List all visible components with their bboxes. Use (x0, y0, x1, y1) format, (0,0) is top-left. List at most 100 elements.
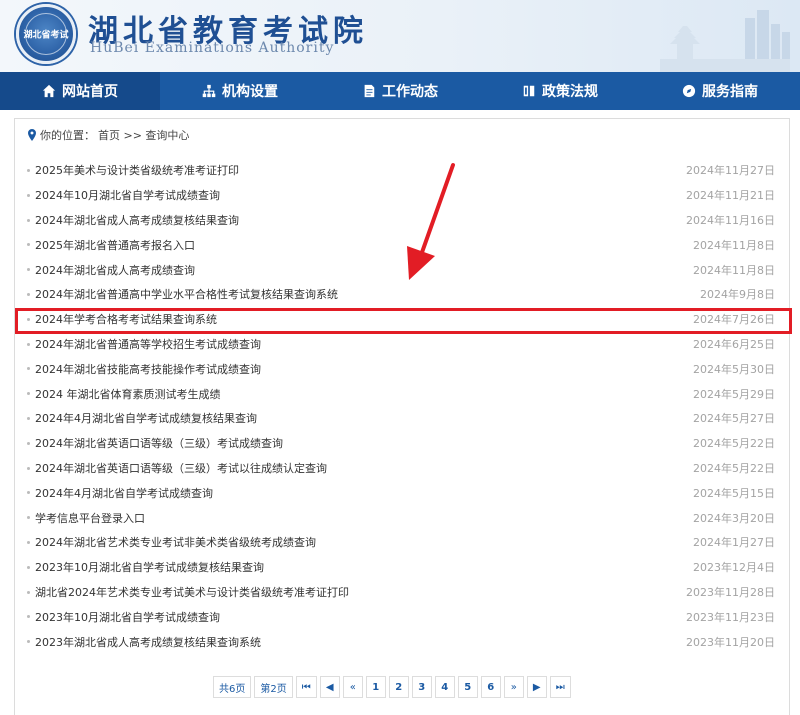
list-item[interactable]: 2024年湖北省技能高考技能操作考试成绩查询 2024年5月30日 (15, 356, 789, 381)
last-page-button[interactable]: ⏭ (549, 676, 571, 698)
page-button-6[interactable]: 6 (480, 676, 501, 698)
list-item[interactable]: 2024年湖北省成人高考成绩复核结果查询 2024年11月16日 (15, 208, 789, 233)
org-chart-icon (202, 84, 216, 98)
breadcrumb-prefix: 你的位置： (40, 129, 95, 142)
list-item[interactable]: 2024年湖北省英语口语等级（三级）考试以往成绩认定查询 2024年5月22日 (15, 456, 789, 481)
list-item-date: 2024年5月22日 (693, 461, 775, 475)
page-button-5[interactable]: 5 (457, 676, 478, 698)
list-item[interactable]: 2024年4月湖北省自学考试成绩查询 2024年5月15日 (15, 480, 789, 505)
list-item-date: 2024年6月25日 (693, 337, 775, 351)
list-item-title[interactable]: 2025年湖北省普通高考报名入口 (35, 237, 195, 253)
nav-item-organization[interactable]: 机构设置 (160, 72, 320, 110)
list-item[interactable]: 2024年学考合格考考试结果查询系统 2024年7月26日 (15, 307, 789, 332)
list-item-date: 2024年11月8日 (693, 238, 775, 252)
list-item-title[interactable]: 2023年10月湖北省自学考试成绩复核结果查询 (35, 559, 264, 575)
prev-group-button[interactable]: « (342, 676, 363, 698)
main-nav: 网站首页 机构设置 工作动态 政策法规 服务指南 (0, 72, 800, 110)
list-item-date: 2024年5月22日 (693, 437, 775, 451)
list-item-title[interactable]: 2024年湖北省英语口语等级（三级）考试成绩查询 (35, 435, 283, 451)
list-item-date: 2024年11月21日 (686, 189, 775, 203)
logo-text: 湖北省考试 (23, 30, 69, 41)
list-item-title[interactable]: 2023年湖北省成人高考成绩复核结果查询系统 (35, 634, 261, 650)
list-item[interactable]: 2025年湖北省普通高考报名入口 2024年11月8日 (15, 232, 789, 257)
list-item-date: 2024年5月15日 (693, 486, 775, 500)
nav-item-label: 机构设置 (222, 84, 278, 100)
list-item-title[interactable]: 2024年湖北省普通高中学业水平合格性考试复核结果查询系统 (35, 286, 338, 302)
list-item-title[interactable]: 学考信息平台登录入口 (35, 510, 145, 526)
list-item-title[interactable]: 2024年湖北省普通高等学校招生考试成绩查询 (35, 336, 261, 352)
list-item-date: 2023年12月4日 (693, 561, 775, 575)
list-item-title[interactable]: 2024年4月湖北省自学考试成绩复核结果查询 (35, 410, 257, 426)
list-item-date: 2024年9月8日 (700, 288, 775, 302)
nav-item-label: 服务指南 (702, 84, 758, 100)
book-icon (523, 85, 535, 97)
list-item-date: 2023年11月20日 (686, 635, 775, 649)
list-item-title[interactable]: 2023年10月湖北省自学考试成绩查询 (35, 609, 220, 625)
list-item[interactable]: 学考信息平台登录入口 2024年3月20日 (15, 505, 789, 530)
pagination-current: 第2页 (254, 676, 293, 698)
page-button-1[interactable]: 1 (365, 676, 386, 698)
list-item[interactable]: 2024年湖北省普通高中学业水平合格性考试复核结果查询系统 2024年9月8日 (15, 282, 789, 307)
list-item-date: 2024年11月16日 (686, 213, 775, 227)
list-item[interactable]: 2023年10月湖北省自学考试成绩查询 2023年11月23日 (15, 604, 789, 629)
document-icon (364, 84, 375, 98)
nav-item-label: 政策法规 (542, 84, 598, 100)
nav-item-label: 网站首页 (62, 84, 118, 100)
breadcrumb: 你的位置： 首页 >> 查询中心 (27, 127, 189, 143)
list-item-title[interactable]: 2024年4月湖北省自学考试成绩查询 (35, 485, 213, 501)
nav-item-services[interactable]: 服务指南 (640, 72, 800, 110)
location-pin-icon (28, 129, 36, 141)
query-center-panel: 你的位置： 首页 >> 查询中心 2025年美术与设计类省级统考准考证打印 202… (14, 118, 792, 715)
list-item-date: 2023年11月28日 (686, 585, 775, 599)
list-item[interactable]: 2024年4月湖北省自学考试成绩复核结果查询 2024年5月27日 (15, 406, 789, 431)
list-item-date: 2024年5月29日 (693, 387, 775, 401)
page-button-4[interactable]: 4 (434, 676, 455, 698)
list-item[interactable]: 2024年湖北省成人高考成绩查询 2024年11月8日 (15, 257, 789, 282)
list-item[interactable]: 2024 年湖北省体育素质测试考生成绩 2024年5月29日 (15, 381, 789, 406)
pagination: 共6页 第2页 ⏮ ◀ « 1 2 3 4 5 6 » ▶ ⏭ (213, 676, 571, 698)
query-list: 2025年美术与设计类省级统考准考证打印 2024年11月27日 2024年10月湖… (15, 158, 789, 654)
list-item-title[interactable]: 2024 年湖北省体育素质测试考生成绩 (35, 386, 221, 402)
breadcrumb-path[interactable]: 首页 >> 查询中心 (98, 127, 189, 143)
list-item[interactable]: 2025年美术与设计类省级统考准考证打印 2024年11月27日 (15, 158, 789, 183)
list-item-title[interactable]: 2024年湖北省成人高考成绩复核结果查询 (35, 212, 239, 228)
list-item-title[interactable]: 2024年湖北省成人高考成绩查询 (35, 262, 195, 278)
nav-item-home[interactable]: 网站首页 (0, 72, 160, 110)
site-subtitle: HuBei Examinations Authority (90, 40, 335, 56)
prev-page-button[interactable]: ◀ (319, 676, 340, 698)
list-item-title[interactable]: 2024年学考合格考考试结果查询系统 (35, 311, 217, 327)
list-item[interactable]: 湖北省2024年艺术类专业考试美术与设计类省级统考准考证打印 2023年11月28… (15, 580, 789, 605)
list-item[interactable]: 2024年湖北省艺术类专业考试非美术类省级统考成绩查询 2024年1月27日 (15, 530, 789, 555)
next-group-button[interactable]: » (503, 676, 524, 698)
nav-item-policy[interactable]: 政策法规 (480, 72, 640, 110)
list-item[interactable]: 2023年10月湖北省自学考试成绩复核结果查询 2023年12月4日 (15, 555, 789, 580)
list-item[interactable]: 2024年湖北省英语口语等级（三级）考试成绩查询 2024年5月22日 (15, 431, 789, 456)
list-item[interactable]: 2024年湖北省普通高等学校招生考试成绩查询 2024年6月25日 (15, 332, 789, 357)
nav-item-label: 工作动态 (382, 84, 438, 100)
list-item[interactable]: 2024年10月湖北省自学考试成绩查询 2024年11月21日 (15, 183, 789, 208)
next-page-button[interactable]: ▶ (526, 676, 547, 698)
list-item-date: 2024年7月26日 (693, 313, 775, 327)
home-icon (42, 84, 56, 98)
skyline-decoration-icon (660, 10, 790, 72)
list-item-title[interactable]: 2025年美术与设计类省级统考准考证打印 (35, 162, 239, 178)
list-item[interactable]: 2023年湖北省成人高考成绩复核结果查询系统 2023年11月20日 (15, 629, 789, 654)
list-item-date: 2024年1月27日 (693, 536, 775, 550)
site-logo[interactable]: 湖北省考试 (16, 4, 76, 64)
list-item-title[interactable]: 2024年10月湖北省自学考试成绩查询 (35, 187, 220, 203)
list-item-title[interactable]: 2024年湖北省英语口语等级（三级）考试以往成绩认定查询 (35, 460, 327, 476)
list-item-date: 2023年11月23日 (686, 610, 775, 624)
list-item-date: 2024年11月27日 (686, 164, 775, 178)
pagination-total: 共6页 (213, 676, 252, 698)
site-header: 湖北省考试 湖北省教育考试院 HuBei Examinations Author… (0, 0, 800, 72)
list-item-title[interactable]: 2024年湖北省艺术类专业考试非美术类省级统考成绩查询 (35, 534, 316, 550)
list-item-title[interactable]: 湖北省2024年艺术类专业考试美术与设计类省级统考准考证打印 (35, 584, 349, 600)
list-item-date: 2024年11月8日 (693, 263, 775, 277)
page-button-2[interactable]: 2 (388, 676, 409, 698)
first-page-button[interactable]: ⏮ (295, 676, 317, 698)
list-item-date: 2024年3月20日 (693, 511, 775, 525)
nav-item-news[interactable]: 工作动态 (320, 72, 480, 110)
list-item-date: 2024年5月27日 (693, 412, 775, 426)
page-button-3[interactable]: 3 (411, 676, 432, 698)
list-item-title[interactable]: 2024年湖北省技能高考技能操作考试成绩查询 (35, 361, 261, 377)
